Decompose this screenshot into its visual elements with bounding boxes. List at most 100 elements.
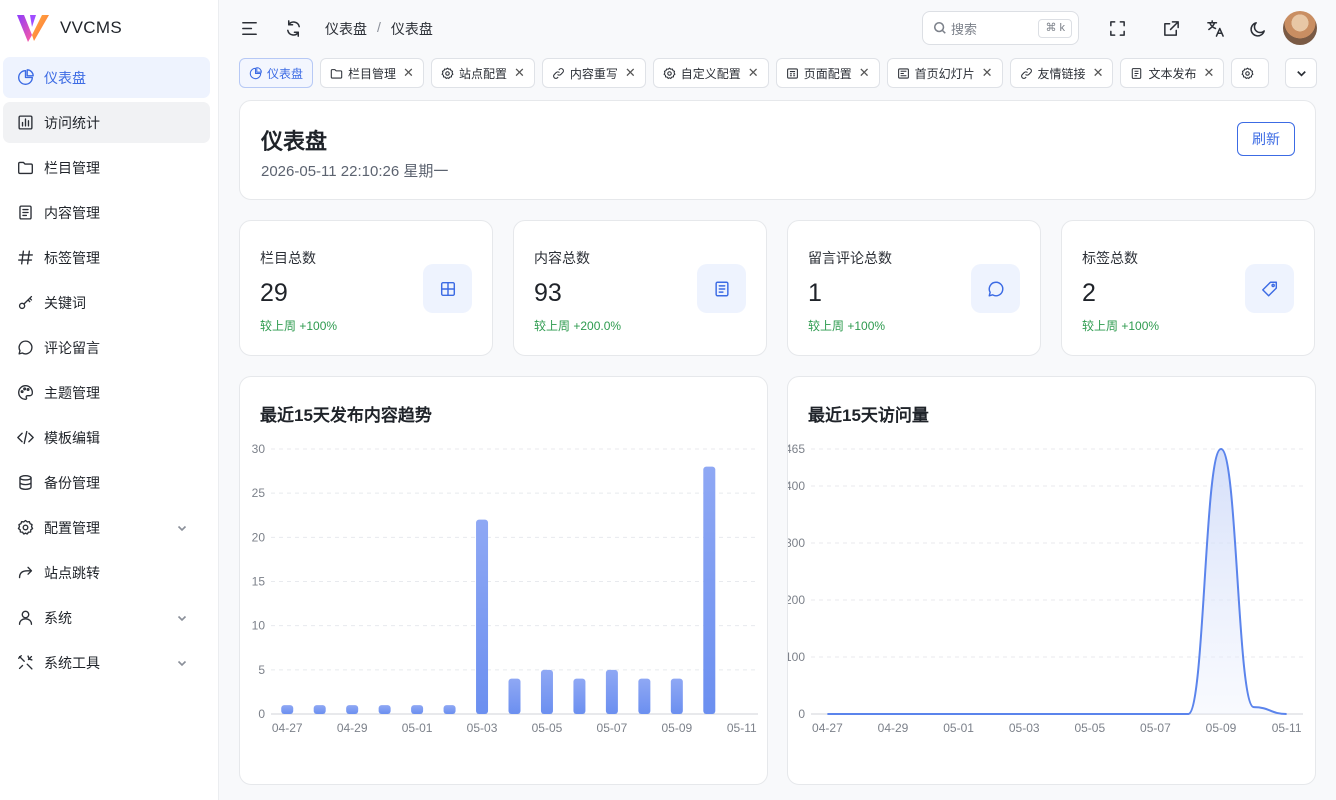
tab-label: 自定义配置	[680, 66, 741, 81]
sidebar: VVCMS 仪表盘访问统计栏目管理 内容管理 标签管理 关键词 评论留言 主题管理模板编辑…	[0, 0, 219, 800]
y-tick-label: 25	[252, 486, 266, 500]
close-icon[interactable]: ✕	[859, 65, 870, 81]
chevron-down-icon	[1296, 70, 1306, 77]
x-tick-label: 05-03	[1009, 721, 1040, 735]
y-tick-label: 400	[788, 479, 805, 493]
key-icon	[18, 295, 32, 310]
y-tick-label: 465	[788, 442, 805, 456]
database-icon	[18, 475, 32, 490]
sidebar-item-9[interactable]: 备份管理	[3, 462, 210, 503]
x-tick-label: 05-09	[661, 721, 692, 735]
sidebar-item-2[interactable]: 栏目管理	[3, 147, 210, 188]
sidebar-item-5[interactable]: 关键词	[3, 282, 210, 323]
tab-0[interactable]: 仪表盘	[239, 58, 314, 88]
translate-icon[interactable]	[1203, 16, 1227, 40]
stat-icon-box	[423, 264, 472, 313]
x-tick-label: 05-11	[1272, 721, 1302, 735]
tab-6[interactable]: 首页幻灯片 ✕	[886, 58, 1003, 88]
area-fill	[827, 449, 1287, 714]
sidebar-item-icon	[16, 519, 34, 537]
breadcrumb-item[interactable]: 仪表盘	[325, 19, 367, 39]
pie-chart-icon	[17, 69, 34, 85]
tab-7[interactable]: 友情链接 ✕	[1009, 58, 1114, 88]
x-tick-label: 05-05	[532, 721, 563, 735]
x-tick-label: 05-11	[727, 721, 757, 735]
link-icon	[1020, 67, 1032, 79]
x-tick-label: 05-07	[597, 721, 628, 735]
message-icon	[988, 281, 1003, 296]
refresh-button[interactable]: 刷新	[1237, 122, 1295, 156]
close-icon[interactable]: ✕	[982, 65, 993, 81]
tab-8[interactable]: 文本发布 ✕	[1120, 58, 1225, 88]
bar	[411, 705, 424, 714]
stat-label: 内容总数	[534, 250, 590, 266]
sidebar-item-12[interactable]: 系统	[3, 597, 210, 638]
settings-icon	[1241, 67, 1254, 79]
menu-toggle-icon[interactable]	[237, 16, 261, 40]
sidebar-item-7[interactable]: 主题管理	[3, 372, 210, 413]
close-icon[interactable]: ✕	[748, 65, 759, 81]
fullscreen-icon[interactable]	[1105, 16, 1129, 40]
sidebar-item-13[interactable]: 系统工具	[3, 642, 210, 683]
tab-2[interactable]: 站点配置 ✕	[430, 58, 535, 88]
external-link-icon[interactable]	[1159, 16, 1183, 40]
search-input[interactable]: 搜索 ⌘ k	[922, 11, 1079, 45]
avatar[interactable]	[1283, 11, 1317, 45]
sidebar-item-3[interactable]: 内容管理	[3, 192, 210, 233]
vvcms-logo-icon	[17, 15, 49, 42]
tab-label: 页面配置	[803, 66, 852, 81]
page-header-card: 仪表盘 2026-05-11 22:10:26 星期一 刷新	[239, 100, 1316, 200]
sidebar-item-8[interactable]: 模板编辑	[3, 417, 210, 458]
link-icon	[553, 67, 564, 79]
sidebar-item-10[interactable]: 配置管理	[3, 507, 210, 548]
app-logo[interactable]: VVCMS	[0, 0, 218, 56]
sidebar-item-icon	[16, 384, 34, 402]
close-icon[interactable]: ✕	[403, 65, 414, 81]
sidebar-item-11[interactable]: 站点跳转	[3, 552, 210, 593]
x-tick-label: 05-09	[1206, 721, 1237, 735]
tab-3[interactable]: 内容重写 ✕	[541, 58, 646, 88]
tag-icon	[1261, 281, 1277, 296]
chevron-down-icon	[176, 656, 188, 668]
sidebar-item-6[interactable]: 评论留言	[3, 327, 210, 368]
tab-1[interactable]: 栏目管理 ✕	[320, 58, 424, 88]
tools-icon	[17, 655, 33, 670]
tabs-more-button[interactable]	[1285, 58, 1317, 88]
tab-label: 友情链接	[1037, 66, 1086, 81]
sidebar-item-icon	[16, 654, 34, 672]
close-icon[interactable]: ✕	[1203, 65, 1214, 81]
publish-trend-chart: 0 5 10 15 20 25 30 04-27 04-29 05-01 05-03 05-05 05-…	[252, 442, 758, 735]
bar	[703, 466, 716, 714]
redirect-icon	[18, 566, 32, 579]
tab-4[interactable]: 自定义配置 ✕	[652, 58, 769, 88]
x-tick-label: 05-05	[1074, 721, 1105, 735]
close-icon[interactable]: ✕	[625, 65, 636, 81]
refresh-icon[interactable]	[281, 16, 305, 40]
stat-trend: 较上周 +100%	[808, 319, 886, 333]
sidebar-item-label: 模板编辑	[44, 429, 100, 446]
stat-value: 93	[534, 279, 562, 307]
y-tick-label: 0	[798, 707, 805, 721]
stat-icon-box	[971, 264, 1020, 313]
bar-chart-icon	[17, 115, 33, 130]
visits-chart: 0 100 200 300 400 465 04-27 04-29 05-01 05-03 05-0…	[788, 442, 1303, 735]
stat-icon-box	[697, 264, 746, 313]
sidebar-item-icon	[16, 114, 34, 132]
close-icon[interactable]: ✕	[1093, 65, 1104, 81]
sidebar-item-icon	[16, 429, 34, 447]
sidebar-item-icon	[16, 69, 34, 87]
sidebar-item-0[interactable]: 仪表盘	[3, 57, 210, 98]
close-icon[interactable]: ✕	[514, 65, 525, 81]
user-icon	[18, 610, 32, 625]
sidebar-item-4[interactable]: 标签管理	[3, 237, 210, 278]
bar	[346, 705, 359, 714]
hash-icon	[17, 250, 33, 265]
sidebar-item-1[interactable]: 访问统计	[3, 102, 210, 143]
dark-mode-icon[interactable]	[1246, 16, 1270, 40]
tab-9[interactable]	[1231, 58, 1270, 88]
sidebar-item-label: 系统工具	[44, 654, 100, 671]
sidebar-item-icon	[16, 474, 34, 492]
sidebar-item-label: 访问统计	[44, 114, 100, 131]
bar	[313, 705, 326, 714]
tab-5[interactable]: 页面配置 ✕	[775, 58, 880, 88]
